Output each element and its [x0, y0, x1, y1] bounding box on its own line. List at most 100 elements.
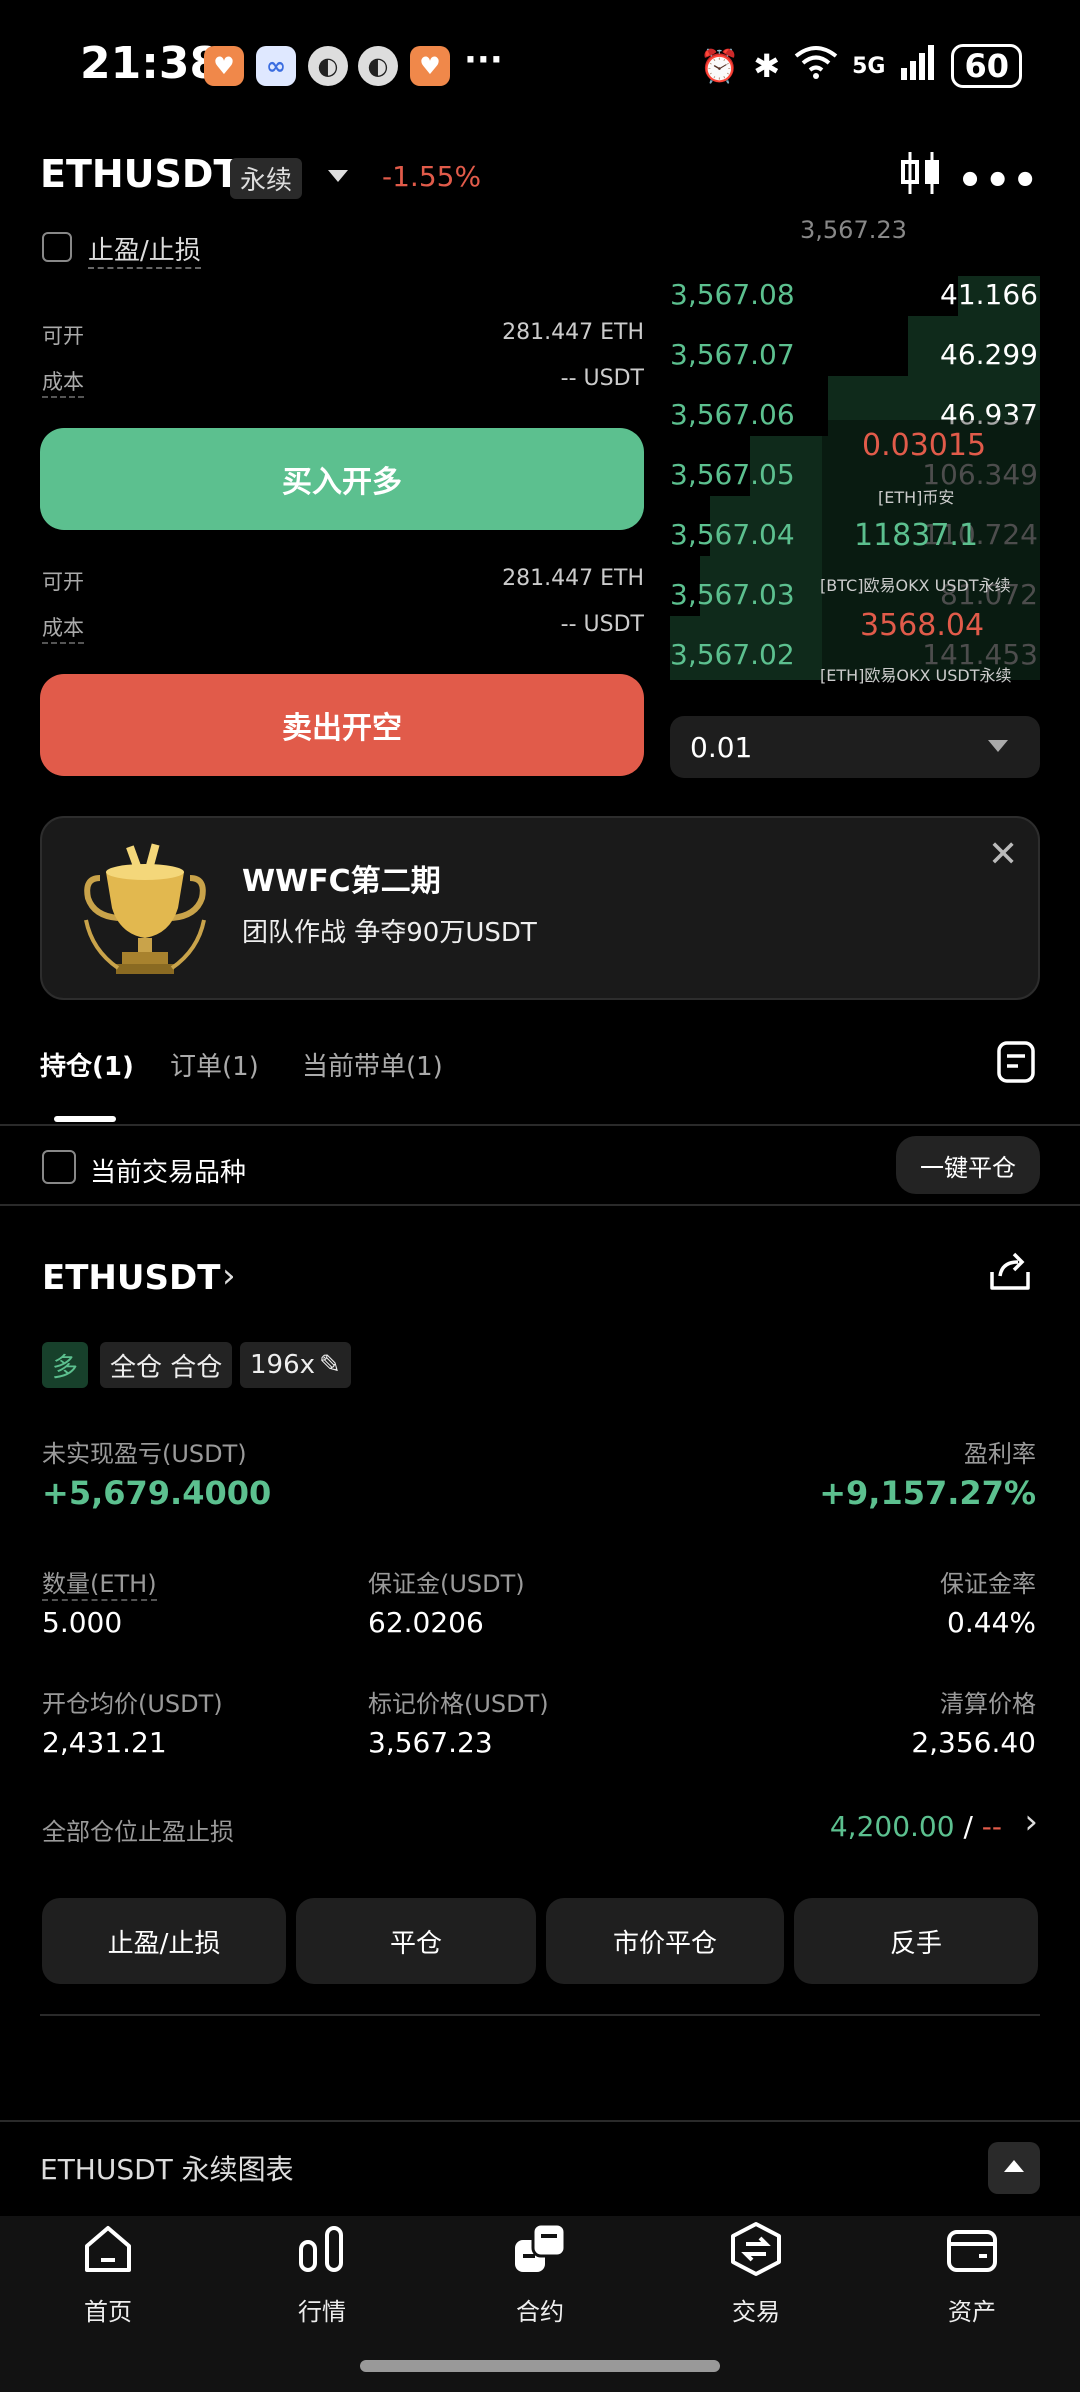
chevron-down-icon[interactable] [988, 740, 1008, 752]
signal-icon [899, 44, 937, 88]
nav-label: 行情 [298, 2298, 346, 2326]
nav-trade[interactable]: 交易 [686, 2220, 826, 2340]
cost-value: -- USDT [560, 366, 644, 391]
contract-type-badge: 永续 [230, 158, 303, 199]
home-icon [85, 2226, 131, 2272]
tpsl-checkbox[interactable] [42, 232, 72, 262]
orderbook-price[interactable]: 3,567.06 [670, 398, 795, 431]
nav-label: 交易 [732, 2298, 780, 2326]
margin-label: 保证金(USDT) [368, 1570, 525, 1598]
home-indicator[interactable] [360, 2360, 720, 2372]
expand-chart-icon[interactable] [988, 2142, 1040, 2194]
mark-price-label: 标记价格(USDT) [368, 1690, 549, 1718]
contract-icon [515, 2222, 567, 2272]
stop-loss-value: -- [981, 1810, 1002, 1843]
nav-label: 首页 [84, 2298, 132, 2326]
entry-price-label: 开仓均价(USDT) [42, 1690, 223, 1718]
tab-divider [0, 1124, 1080, 1126]
orderbook-price[interactable]: 3,567.02 [670, 638, 795, 671]
status-icons: ⏰ ✱ 5G 60 [699, 44, 1022, 88]
app-notification-icon: ♥ [204, 46, 244, 86]
candlestick-icon[interactable] [898, 150, 944, 196]
wallet-icon [947, 2230, 997, 2272]
unrealized-pnl-label: 未实现盈亏(USDT) [42, 1440, 247, 1468]
roe-value: +9,157.27% [819, 1474, 1036, 1512]
close-all-button[interactable]: 一键平仓 [896, 1136, 1040, 1194]
nav-label: 合约 [516, 2298, 564, 2326]
overlay-value: 11837.1 [854, 518, 979, 553]
leverage-badge[interactable]: 196x ✎ [240, 1342, 351, 1388]
pair-title[interactable]: ETHUSDT [40, 152, 239, 196]
precision-value: 0.01 [690, 731, 753, 764]
chevron-right-icon[interactable]: › [1024, 1802, 1038, 1842]
chevron-right-icon[interactable]: › [222, 1256, 236, 1296]
available-label: 可开 [42, 570, 84, 594]
tpsl-all-label: 全部仓位止盈止损 [42, 1818, 234, 1846]
cost-value: -- USDT [560, 612, 644, 637]
available-value: 281.447 ETH [502, 566, 644, 591]
network-type: 5G [852, 53, 886, 79]
orderbook-last-price: 3,567.23 [800, 216, 907, 244]
close-icon[interactable]: ✕ [988, 834, 1018, 875]
banner-subtitle: 团队作战 争夺90万USDT [242, 918, 537, 948]
tab-copy-orders[interactable]: 当前带单(1) [302, 1046, 443, 1083]
cost-label: 成本 [42, 612, 84, 644]
overlay-source: [ETH]币安 [878, 488, 955, 507]
take-profit-value: 4,200.00 [829, 1810, 955, 1843]
mark-price-value: 3,567.23 [368, 1726, 493, 1759]
market-close-button[interactable]: 市价平仓 [546, 1898, 784, 1984]
nav-assets[interactable]: 资产 [902, 2220, 1042, 2340]
orderbook-size: 46.299 [940, 338, 1038, 371]
overlay-source: [BTC]欧易OKX USDT永续 [820, 576, 1011, 595]
available-label: 可开 [42, 324, 84, 348]
market-icon [299, 2226, 343, 2272]
app-notification-icon: ◐ [358, 46, 398, 86]
trade-icon [731, 2222, 781, 2276]
alarm-icon: ⏰ [699, 47, 740, 85]
banner-title: WWFC第二期 [242, 864, 441, 899]
nav-market[interactable]: 行情 [252, 2220, 392, 2340]
nav-contract[interactable]: 合约 [470, 2220, 610, 2340]
tpsl-button[interactable]: 止盈/止损 [42, 1898, 286, 1984]
sell-short-button[interactable]: 卖出开空 [40, 674, 644, 776]
tab-indicator [54, 1116, 116, 1122]
tab-orders[interactable]: 订单(1) [170, 1046, 259, 1083]
position-symbol[interactable]: ETHUSDT [42, 1258, 220, 1298]
roe-label: 盈利率 [964, 1440, 1036, 1468]
share-icon[interactable] [988, 1250, 1032, 1292]
pair-dropdown-icon[interactable] [328, 170, 348, 182]
tpsl-all-values[interactable]: 4,200.00 / -- [830, 1810, 1002, 1843]
liquidation-price-value: 2,356.40 [911, 1726, 1036, 1759]
more-icon[interactable]: ••• [957, 158, 1040, 204]
wifi-icon [794, 44, 838, 88]
bluetooth-icon: ✱ [753, 47, 781, 85]
orderbook-price[interactable]: 3,567.05 [670, 458, 795, 491]
liquidation-price-label: 清算价格 [940, 1690, 1036, 1718]
orderbook-price[interactable]: 3,567.04 [670, 518, 795, 551]
current-symbol-checkbox[interactable] [42, 1150, 76, 1184]
nav-home[interactable]: 首页 [38, 2220, 178, 2340]
close-position-button[interactable]: 平仓 [296, 1898, 536, 1984]
cost-label: 成本 [42, 366, 84, 398]
trophy-icon [84, 843, 206, 974]
order-history-icon[interactable] [996, 1040, 1036, 1084]
current-symbol-label[interactable]: 当前交易品种 [90, 1152, 246, 1189]
tpsl-label[interactable]: 止盈/止损 [88, 230, 201, 269]
buy-long-button[interactable]: 买入开多 [40, 428, 644, 530]
status-time: 21:38 [80, 38, 221, 89]
price-change: -1.55% [382, 160, 482, 193]
battery-indicator: 60 [951, 44, 1022, 88]
divider [0, 1204, 1080, 1206]
margin-value: 62.0206 [368, 1606, 484, 1639]
side-badge: 多 [42, 1342, 89, 1388]
orderbook-price[interactable]: 3,567.07 [670, 338, 795, 371]
edit-icon[interactable]: ✎ [319, 1350, 341, 1380]
overlay-source: [ETH]欧易OKX USDT永续 [820, 666, 1012, 685]
chart-section-label: ETHUSDT 永续图表 [40, 2153, 294, 2186]
orderbook-price[interactable]: 3,567.08 [670, 278, 795, 311]
orderbook-price[interactable]: 3,567.03 [670, 578, 795, 611]
app-notification-icon: ◐ [308, 46, 348, 86]
tab-positions[interactable]: 持仓(1) [40, 1046, 134, 1083]
reverse-position-button[interactable]: 反手 [794, 1898, 1038, 1984]
quantity-label: 数量(ETH) [42, 1564, 157, 1601]
